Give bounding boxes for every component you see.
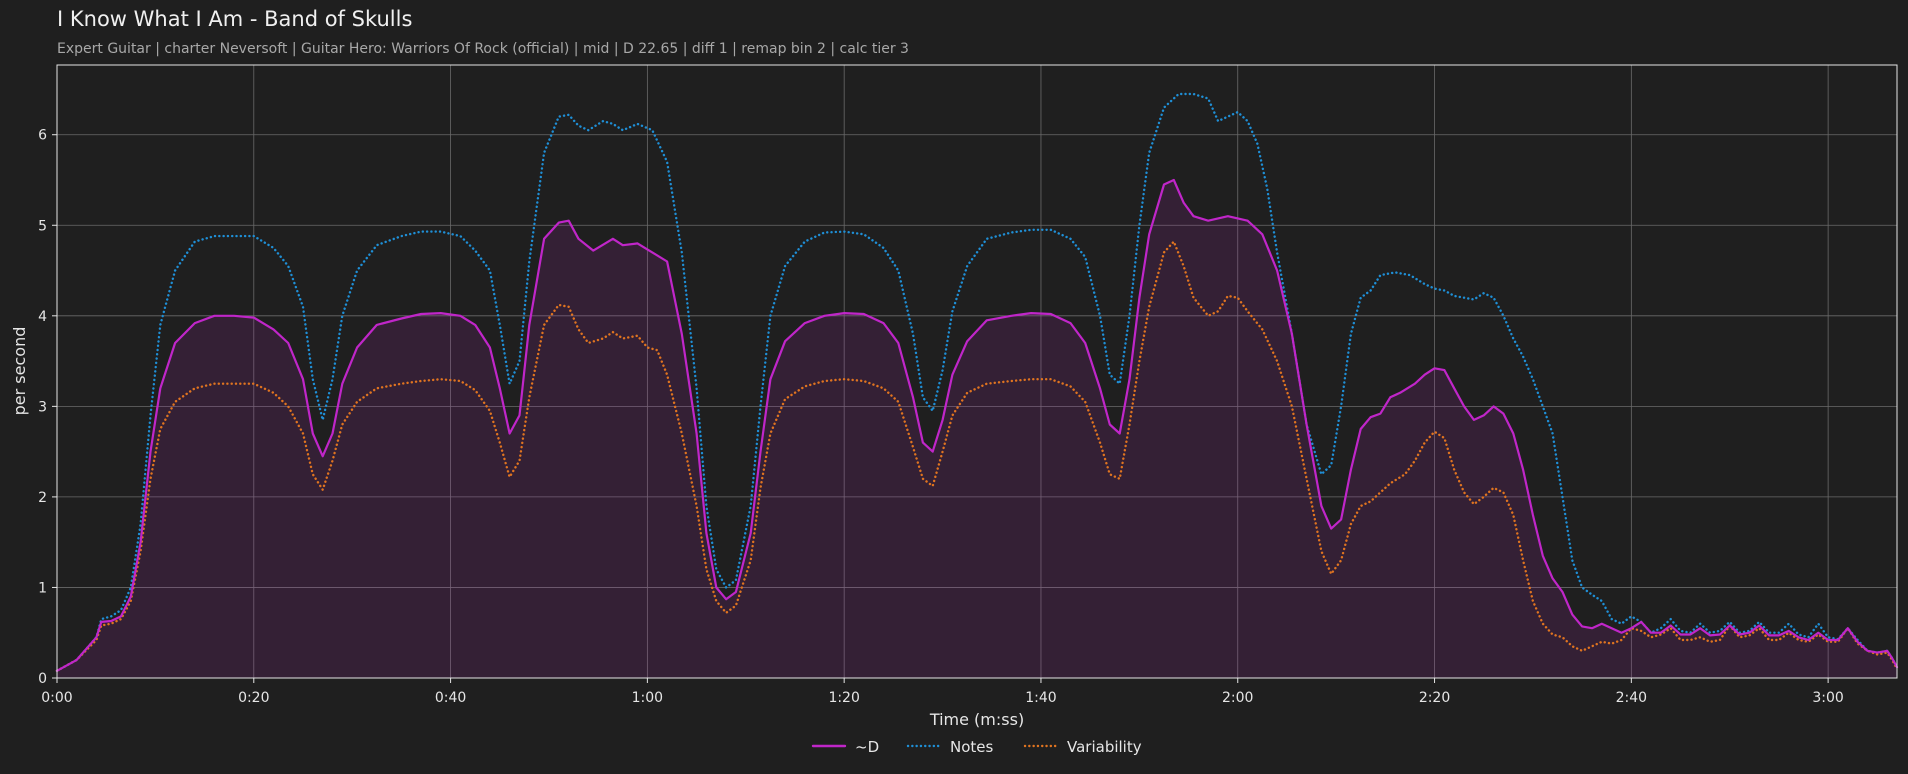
legend-label: Variability — [1067, 738, 1142, 756]
x-tick-label: 0:20 — [238, 690, 269, 706]
x-tick-label: 3:00 — [1812, 690, 1843, 706]
x-axis-ticks: 0:00 0:20 0:40 1:00 1:20 1:40 2:00 2:20 2:40 3:00 — [41, 678, 1844, 706]
y-tick-label: 2 — [38, 490, 47, 506]
x-tick-label: 2:40 — [1616, 690, 1647, 706]
y-tick-label: 6 — [38, 128, 47, 144]
x-axis-label: Time (m:ss) — [929, 710, 1024, 729]
x-tick-label: 1:00 — [632, 690, 663, 706]
y-tick-label: 0 — [38, 671, 47, 687]
legend: ~D Notes Variability — [811, 738, 1142, 756]
y-tick-label: 4 — [38, 309, 47, 325]
y-tick-label: 5 — [38, 218, 47, 234]
x-tick-label: 0:40 — [435, 690, 466, 706]
y-axis-label: per second — [10, 327, 29, 416]
x-tick-label: 2:00 — [1222, 690, 1253, 706]
chart-svg: 0:00 0:20 0:40 1:00 1:20 1:40 2:00 2:20 2:40 3:00… — [10, 64, 1899, 756]
x-tick-label: 2:20 — [1419, 690, 1450, 706]
legend-label: ~D — [855, 738, 879, 756]
x-tick-label: 1:40 — [1025, 690, 1056, 706]
y-tick-label: 1 — [38, 580, 47, 596]
x-tick-label: 1:20 — [828, 690, 859, 706]
y-axis-ticks: 0 1 2 3 4 5 6 — [38, 128, 57, 687]
y-tick-label: 3 — [38, 399, 47, 415]
legend-label: Notes — [950, 738, 994, 756]
x-tick-label: 0:00 — [41, 690, 72, 706]
